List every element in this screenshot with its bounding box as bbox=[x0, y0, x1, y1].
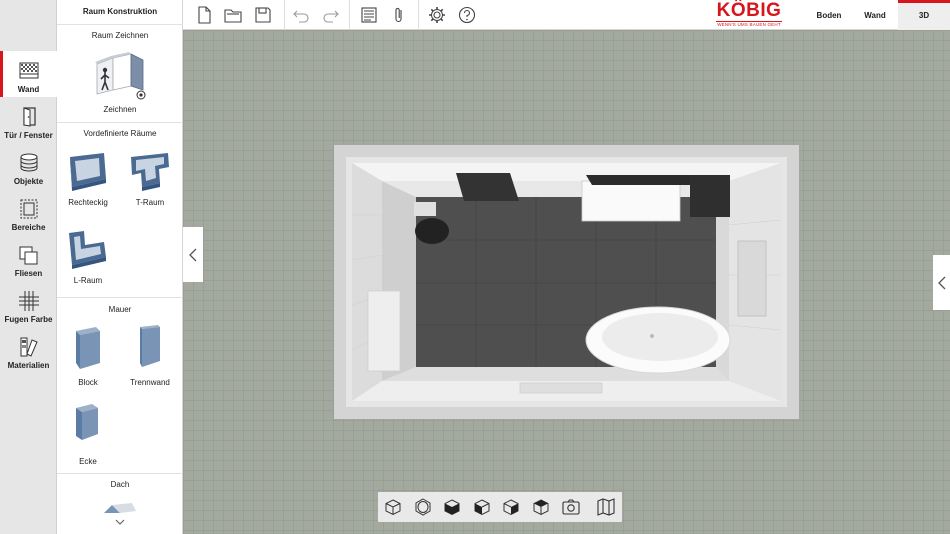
bench bbox=[519, 382, 603, 394]
l-room-icon bbox=[69, 231, 106, 269]
areas-icon bbox=[20, 199, 37, 219]
tile-label: T-Raum bbox=[135, 198, 165, 207]
grout-icon bbox=[18, 291, 39, 311]
front-view-icon[interactable] bbox=[442, 497, 462, 517]
radiator bbox=[737, 240, 767, 317]
towel-rack bbox=[456, 173, 519, 201]
roof-icon[interactable] bbox=[102, 502, 138, 514]
chevron-down-icon[interactable] bbox=[115, 518, 125, 526]
brand-logo: KÖBIG WENN'S UMS BAUEN GEHT bbox=[714, 1, 784, 29]
new-file-icon[interactable] bbox=[194, 5, 214, 25]
room-tile-l-shape[interactable]: L-Raum bbox=[58, 227, 118, 285]
tab-label: 3D bbox=[918, 10, 930, 20]
nav-item-areas[interactable]: Bereiche bbox=[0, 189, 57, 235]
room-construction-panel: Raum Konstruktion Raum Zeichnen Zeichnen… bbox=[57, 0, 183, 534]
left-navigation: Wand Tür / Fenster Objekte Bereiche Flie… bbox=[0, 0, 57, 534]
tiles-icon bbox=[19, 246, 37, 265]
expand-right-panel-button[interactable] bbox=[933, 255, 950, 310]
materials-icon bbox=[20, 337, 38, 357]
wall-tile-block[interactable]: Block bbox=[58, 323, 118, 387]
save-icon[interactable] bbox=[253, 5, 273, 25]
nav-item-materials[interactable]: Materialien bbox=[0, 327, 57, 373]
view-toolbar bbox=[378, 492, 622, 522]
help-icon[interactable] bbox=[457, 5, 477, 25]
corner-wall-icon bbox=[76, 404, 98, 440]
wall-tile-corner[interactable]: Ecke bbox=[58, 402, 118, 466]
wall-icon bbox=[19, 62, 38, 79]
tile-label: Rechteckig bbox=[68, 198, 108, 207]
3d-canvas[interactable] bbox=[183, 30, 950, 534]
panel-title: Raum Konstruktion bbox=[82, 7, 158, 16]
divider bbox=[57, 473, 183, 474]
floor-plan-icon[interactable] bbox=[596, 497, 616, 517]
t-room-icon bbox=[131, 153, 169, 191]
perspective-view-icon[interactable] bbox=[413, 497, 433, 517]
tab-wall[interactable]: Wand bbox=[852, 0, 898, 30]
shelf bbox=[367, 290, 401, 372]
toolbar-divider bbox=[349, 0, 350, 30]
rectangular-room-icon bbox=[70, 153, 106, 191]
tab-label: Wand bbox=[864, 10, 886, 20]
nav-item-door-window[interactable]: Tür / Fenster bbox=[0, 97, 57, 143]
block-wall-icon bbox=[76, 327, 100, 369]
tile-label: Zeichnen bbox=[103, 105, 137, 114]
nav-item-label: Fliesen bbox=[14, 269, 43, 278]
toolbar-divider bbox=[284, 0, 285, 30]
redo-icon[interactable] bbox=[321, 5, 341, 25]
open-folder-icon[interactable] bbox=[223, 5, 243, 25]
tab-3d[interactable]: 3D bbox=[898, 0, 950, 30]
tile-label: Ecke bbox=[79, 457, 97, 466]
door-icon bbox=[22, 107, 36, 127]
camera-icon[interactable] bbox=[561, 497, 581, 517]
top-toolbar: KÖBIG WENN'S UMS BAUEN GEHT Boden Wand 3… bbox=[183, 0, 950, 30]
chevron-left-icon bbox=[937, 276, 945, 289]
nav-item-label: Objekte bbox=[13, 177, 44, 186]
draw-room-tile[interactable]: Zeichnen bbox=[90, 50, 150, 114]
section-title-draw-room: Raum Zeichnen bbox=[91, 31, 149, 40]
back-view-icon[interactable] bbox=[531, 497, 551, 517]
bathroom-3d-model[interactable] bbox=[334, 145, 799, 419]
divider bbox=[57, 24, 183, 25]
nav-item-label: Wand bbox=[17, 85, 40, 94]
partition-wall-icon bbox=[140, 325, 160, 367]
collapse-panel-button[interactable] bbox=[183, 227, 203, 282]
nav-item-label: Bereiche bbox=[11, 223, 46, 232]
room-tile-rectangular[interactable]: Rechteckig bbox=[58, 149, 118, 207]
list-icon[interactable] bbox=[359, 5, 379, 25]
undo-icon[interactable] bbox=[291, 5, 311, 25]
toolbar-divider bbox=[418, 0, 419, 30]
tab-floor[interactable]: Boden bbox=[806, 0, 852, 30]
draw-room-icon bbox=[95, 52, 146, 100]
tile-label: Block bbox=[78, 378, 98, 387]
wall-tile-partition[interactable]: Trennwand bbox=[120, 323, 180, 387]
brand-tagline: WENN'S UMS BAUEN GEHT bbox=[717, 22, 781, 27]
divider bbox=[57, 122, 183, 123]
tile-label: L-Raum bbox=[73, 276, 103, 285]
nav-item-objects[interactable]: Objekte bbox=[0, 143, 57, 189]
nav-item-wall[interactable]: Wand bbox=[0, 51, 57, 97]
toilet bbox=[415, 218, 449, 244]
attachment-icon[interactable] bbox=[389, 5, 409, 25]
objects-icon bbox=[20, 153, 37, 172]
section-title-wall: Mauer bbox=[108, 305, 132, 314]
nav-item-label: Materialien bbox=[7, 361, 50, 370]
tile-label: Trennwand bbox=[130, 378, 170, 387]
right-view-icon[interactable] bbox=[501, 497, 521, 517]
chevron-left-icon bbox=[189, 248, 197, 261]
tab-label: Boden bbox=[816, 10, 842, 20]
left-view-icon[interactable] bbox=[472, 497, 492, 517]
nav-item-tiles[interactable]: Fliesen bbox=[0, 235, 57, 281]
settings-icon[interactable] bbox=[427, 5, 447, 25]
nav-item-label: Fugen Farbe bbox=[4, 315, 53, 324]
brand-name: KÖBIG bbox=[716, 0, 782, 21]
room-tile-t-shape[interactable]: T-Raum bbox=[120, 149, 180, 207]
tall-cabinet bbox=[690, 175, 730, 217]
vanity bbox=[581, 180, 681, 222]
cube-view-icon[interactable] bbox=[383, 497, 403, 517]
section-title-roof: Dach bbox=[110, 480, 130, 489]
divider bbox=[57, 297, 183, 298]
nav-item-grout-color[interactable]: Fugen Farbe bbox=[0, 281, 57, 327]
nav-item-label: Tür / Fenster bbox=[4, 131, 53, 140]
section-title-predefined-rooms: Vordefinierte Räume bbox=[83, 129, 157, 138]
